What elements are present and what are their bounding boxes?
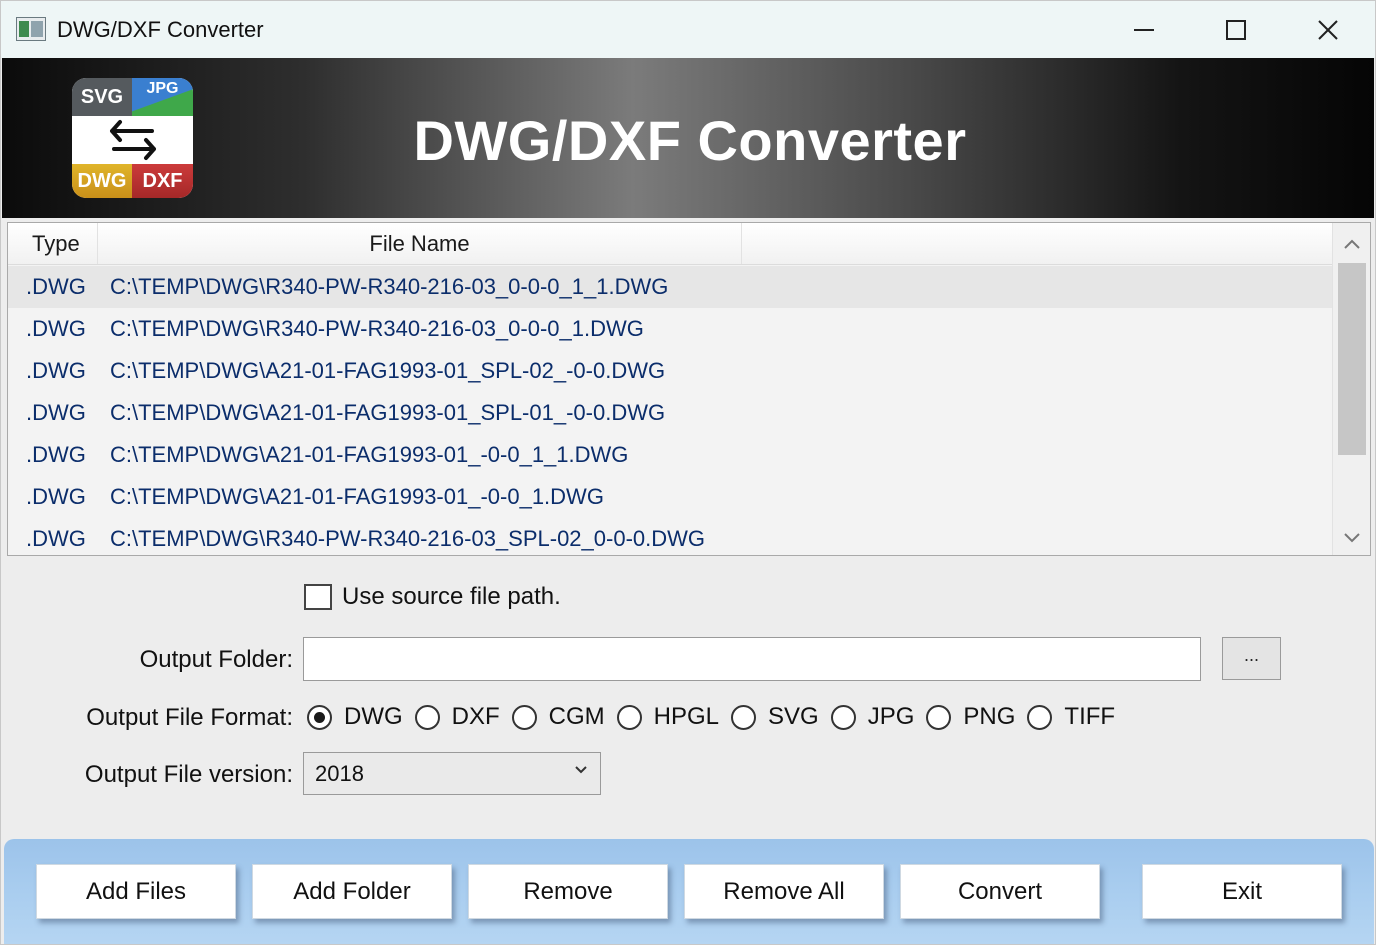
output-version-select[interactable]: 2018: [303, 752, 601, 795]
header-banner: SVG JPG DWG DXF DWG/DXF Converter: [2, 58, 1374, 218]
row-file-name: C:\TEMP\DWG\R340-PW-R340-216-03_SPL-02_0…: [110, 526, 706, 551]
action-bar: Add Files Add Folder Remove Remove All C…: [4, 839, 1374, 944]
output-format-radio-group: DWG DXF CGM HPGL SVG JPG PNG TIFF: [307, 701, 1127, 733]
output-version-value: 2018: [315, 760, 364, 786]
table-row[interactable]: .DWG C:\TEMP\DWG\A21-01-FAG1993-01_SPL-0…: [8, 350, 1332, 392]
row-type: .DWG: [26, 526, 86, 551]
maximize-icon: [1226, 19, 1246, 40]
banner-title: DWG/DXF Converter: [413, 109, 967, 172]
format-radio-label[interactable]: CGM: [549, 703, 605, 731]
use-source-path-checkbox[interactable]: [304, 584, 332, 610]
vertical-scrollbar[interactable]: [1332, 223, 1370, 555]
radio-indicator[interactable]: [1027, 704, 1053, 730]
use-source-path-label[interactable]: Use source file path.: [342, 583, 561, 611]
row-type: .DWG: [26, 274, 86, 299]
row-file-name: C:\TEMP\DWG\R340-PW-R340-216-03_0-0-0_1_…: [110, 274, 669, 299]
format-radio-cgm[interactable]: CGM: [511, 703, 617, 731]
format-radio-png[interactable]: PNG: [926, 703, 1027, 731]
minimize-button[interactable]: [1099, 1, 1189, 58]
radio-indicator[interactable]: [616, 704, 642, 730]
column-header-type[interactable]: Type: [8, 223, 98, 264]
add-folder-button[interactable]: Add Folder: [252, 864, 452, 919]
scrollbar-thumb[interactable]: [1338, 263, 1366, 455]
row-file-name: C:\TEMP\DWG\R340-PW-R340-216-03_0-0-0_1.…: [110, 316, 644, 341]
row-file-name: C:\TEMP\DWG\A21-01-FAG1993-01_-0-0_1.DWG: [110, 484, 604, 509]
format-radio-label[interactable]: HPGL: [654, 703, 719, 731]
close-icon: [1318, 19, 1338, 40]
row-file-name: C:\TEMP\DWG\A21-01-FAG1993-01_-0-0_1_1.D…: [110, 442, 629, 467]
scroll-up-button[interactable]: [1333, 227, 1370, 261]
chevron-down-icon: [575, 766, 587, 774]
list-header: Type File Name: [8, 223, 1332, 265]
minimize-icon: [1134, 28, 1154, 31]
title-bar[interactable]: DWG/DXF Converter: [1, 1, 1375, 58]
app-window: DWG/DXF Converter SVG JPG DWG DXF DWG/DX…: [0, 0, 1376, 945]
row-type: .DWG: [26, 484, 86, 509]
scroll-down-button[interactable]: [1333, 521, 1370, 555]
radio-indicator[interactable]: [926, 704, 952, 730]
chevron-down-icon: [1344, 533, 1360, 543]
format-radio-label[interactable]: DWG: [344, 703, 403, 731]
output-folder-input[interactable]: [303, 637, 1201, 681]
row-type: .DWG: [26, 400, 86, 425]
radio-indicator[interactable]: [731, 704, 757, 730]
output-format-label: Output File Format:: [86, 704, 293, 731]
radio-indicator-selected[interactable]: [307, 704, 332, 730]
exit-button[interactable]: Exit: [1142, 864, 1342, 919]
window-title: DWG/DXF Converter: [57, 17, 264, 42]
table-row[interactable]: .DWG C:\TEMP\DWG\R340-PW-R340-216-03_0-0…: [8, 308, 1332, 350]
format-radio-label[interactable]: DXF: [452, 703, 500, 731]
remove-button[interactable]: Remove: [468, 864, 668, 919]
format-radio-svg[interactable]: SVG: [731, 703, 831, 731]
radio-indicator[interactable]: [414, 704, 440, 730]
row-type: .DWG: [26, 358, 86, 383]
close-button[interactable]: [1283, 1, 1373, 58]
row-type: .DWG: [26, 442, 86, 467]
format-radio-jpg[interactable]: JPG: [830, 703, 927, 731]
format-radio-dwg[interactable]: DWG: [307, 703, 415, 731]
output-folder-label: Output Folder:: [139, 646, 293, 673]
table-row[interactable]: .DWG C:\TEMP\DWG\R340-PW-R340-216-03_SPL…: [8, 518, 1332, 555]
browse-folder-button[interactable]: ...: [1222, 637, 1281, 680]
format-radio-label[interactable]: SVG: [768, 703, 819, 731]
table-row[interactable]: .DWG C:\TEMP\DWG\A21-01-FAG1993-01_SPL-0…: [8, 392, 1332, 434]
table-row[interactable]: .DWG C:\TEMP\DWG\R340-PW-R340-216-03_0-0…: [8, 266, 1332, 308]
format-radio-label[interactable]: JPG: [868, 703, 915, 731]
chevron-up-icon: [1344, 239, 1360, 249]
row-file-name: C:\TEMP\DWG\A21-01-FAG1993-01_SPL-02_-0-…: [110, 358, 666, 383]
radio-indicator[interactable]: [830, 704, 856, 730]
radio-indicator[interactable]: [511, 704, 537, 730]
add-files-button[interactable]: Add Files: [36, 864, 236, 919]
app-icon: [16, 17, 46, 41]
column-header-file-name[interactable]: File Name: [98, 223, 742, 264]
format-radio-dxf[interactable]: DXF: [414, 703, 512, 731]
file-list[interactable]: Type File Name .DWG C:\TEMP\DWG\R340-PW-…: [7, 222, 1371, 556]
format-radio-hpgl[interactable]: HPGL: [616, 703, 731, 731]
output-version-label: Output File version:: [84, 761, 293, 788]
format-radio-label[interactable]: TIFF: [1064, 703, 1115, 731]
convert-button[interactable]: Convert: [900, 864, 1100, 919]
remove-all-button[interactable]: Remove All: [684, 864, 884, 919]
table-row[interactable]: .DWG C:\TEMP\DWG\A21-01-FAG1993-01_-0-0_…: [8, 476, 1332, 518]
table-row[interactable]: .DWG C:\TEMP\DWG\A21-01-FAG1993-01_-0-0_…: [8, 434, 1332, 476]
format-radio-label[interactable]: PNG: [963, 703, 1015, 731]
format-radio-tiff[interactable]: TIFF: [1027, 703, 1127, 731]
maximize-button[interactable]: [1191, 1, 1281, 58]
row-type: .DWG: [26, 316, 86, 341]
list-rows: .DWG C:\TEMP\DWG\R340-PW-R340-216-03_0-0…: [8, 266, 1332, 555]
row-file-name: C:\TEMP\DWG\A21-01-FAG1993-01_SPL-01_-0-…: [110, 400, 666, 425]
